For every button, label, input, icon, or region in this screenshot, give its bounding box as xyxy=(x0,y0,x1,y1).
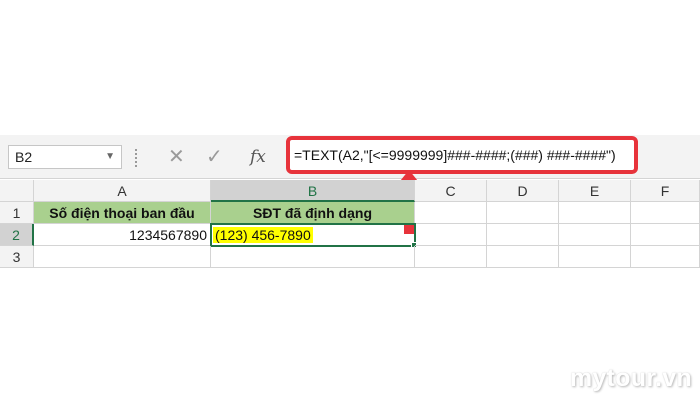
watermark-logo: mytour.vn xyxy=(569,364,692,392)
close-icon[interactable]: ✕ xyxy=(168,144,185,170)
insert-function-button[interactable]: fx xyxy=(250,144,266,170)
column-header-d[interactable]: D xyxy=(487,180,559,202)
cell-f2[interactable] xyxy=(631,224,700,246)
name-box-value: B2 xyxy=(15,149,33,165)
chevron-down-icon[interactable]: ▼ xyxy=(105,146,115,168)
row-header-3[interactable]: 3 xyxy=(0,246,34,268)
column-header-c[interactable]: C xyxy=(415,180,487,202)
formula-bar-divider xyxy=(135,149,139,167)
formula-text: =TEXT(A2,"[<=9999999]###-####;(###) ###-… xyxy=(294,147,616,163)
cell-f1[interactable] xyxy=(631,202,700,224)
cell-d3[interactable] xyxy=(487,246,559,268)
column-header-b[interactable]: B xyxy=(211,180,415,202)
row-header-2[interactable]: 2 xyxy=(0,224,34,246)
cell-c1[interactable] xyxy=(415,202,487,224)
cell-e1[interactable] xyxy=(559,202,631,224)
cell-e2[interactable] xyxy=(559,224,631,246)
check-icon[interactable]: ✓ xyxy=(206,144,223,170)
column-header-a[interactable]: A xyxy=(34,180,211,202)
column-header-e[interactable]: E xyxy=(559,180,631,202)
cell-b3[interactable] xyxy=(211,246,415,268)
cell-d1[interactable] xyxy=(487,202,559,224)
cell-c2[interactable] xyxy=(415,224,487,246)
cell-a3[interactable] xyxy=(34,246,211,268)
name-box[interactable]: B2 ▼ xyxy=(8,145,122,169)
cell-b2-value: (123) 456-7890 xyxy=(213,227,313,243)
formula-input[interactable]: =TEXT(A2,"[<=9999999]###-####;(###) ###-… xyxy=(286,136,638,174)
cell-f3[interactable] xyxy=(631,246,700,268)
cell-b2[interactable]: (123) 456-7890 xyxy=(210,223,416,247)
cell-c3[interactable] xyxy=(415,246,487,268)
cell-d2[interactable] xyxy=(487,224,559,246)
cell-e3[interactable] xyxy=(559,246,631,268)
cell-b1[interactable]: SĐT đã định dạng xyxy=(211,202,415,224)
row-header-1[interactable]: 1 xyxy=(0,202,34,224)
cell-a1[interactable]: Số điện thoại ban đầu xyxy=(34,202,211,224)
select-all-corner[interactable] xyxy=(0,180,34,202)
cell-a2[interactable]: 1234567890 xyxy=(34,224,211,246)
column-header-f[interactable]: F xyxy=(631,180,700,202)
